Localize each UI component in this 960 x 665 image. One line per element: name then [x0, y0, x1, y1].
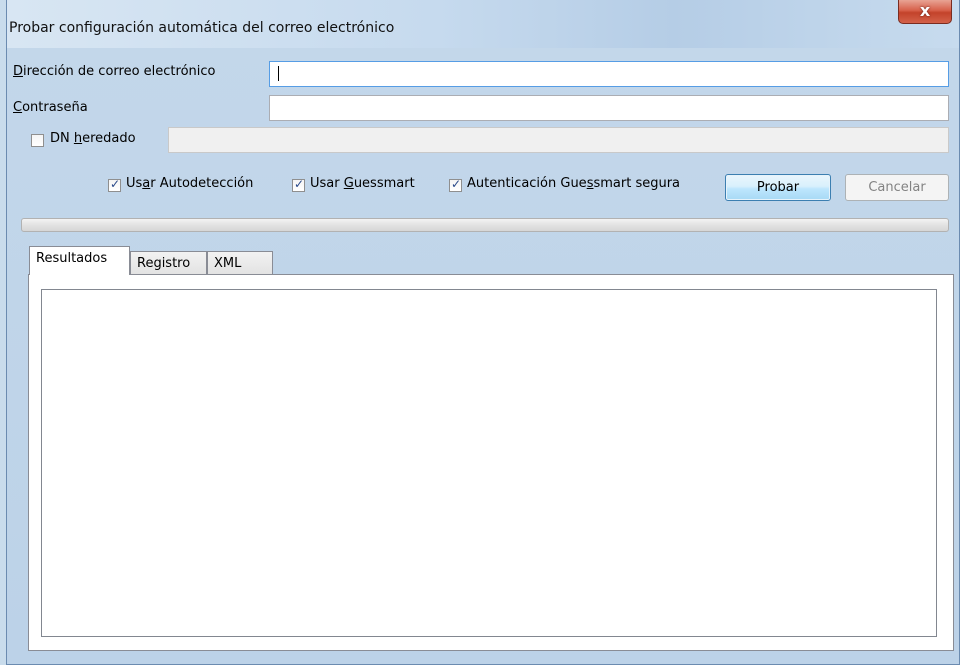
- progress-bar: [21, 218, 949, 232]
- test-button[interactable]: Probar: [725, 174, 831, 201]
- close-button[interactable]: x: [898, 0, 952, 24]
- secure-auth-checkbox[interactable]: ✓: [449, 177, 462, 192]
- guessmart-checkbox[interactable]: ✓: [292, 177, 305, 192]
- check-icon: ✓: [294, 177, 305, 191]
- window-title: Probar configuración automática del corr…: [9, 20, 395, 36]
- tab-resultados[interactable]: Resultados: [29, 246, 130, 275]
- legacy-dn-label: DN heredado: [50, 131, 136, 146]
- check-icon: ✓: [110, 177, 121, 191]
- results-textarea[interactable]: [41, 289, 937, 637]
- autodetect-checkbox[interactable]: ✓: [108, 177, 121, 192]
- cancel-button[interactable]: Cancelar: [845, 174, 949, 201]
- legacy-dn-field[interactable]: [168, 127, 949, 153]
- email-field[interactable]: [269, 61, 949, 87]
- close-icon: x: [919, 1, 931, 20]
- tab-panel-resultados: [28, 274, 954, 651]
- email-label: Dirección de correo electrónico: [13, 64, 216, 79]
- guessmart-label: Usar Guessmart: [310, 176, 415, 191]
- tab-xml[interactable]: XML: [207, 251, 273, 274]
- password-field[interactable]: [269, 95, 949, 121]
- email-label-text: irección de correo electrónico: [23, 64, 216, 79]
- tab-registro[interactable]: Registro: [130, 251, 207, 274]
- text-cursor: [278, 66, 279, 81]
- secure-auth-label: Autenticación Guessmart segura: [467, 176, 681, 191]
- autodetect-label: Usar Autodetección: [126, 176, 254, 191]
- title-bar[interactable]: Probar configuración automática del corr…: [7, 0, 959, 48]
- password-label: Contraseña: [13, 100, 88, 115]
- legacy-dn-checkbox[interactable]: [31, 134, 44, 147]
- check-icon: ✓: [451, 177, 462, 191]
